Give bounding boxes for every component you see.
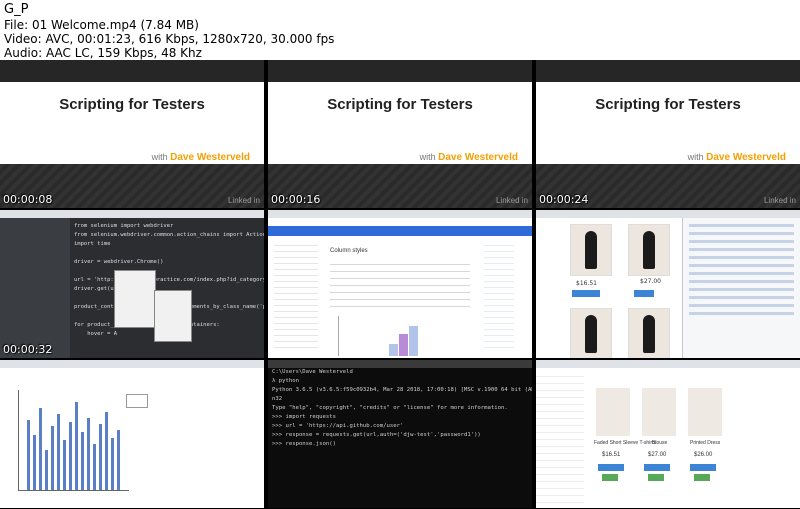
product-image [596,388,630,436]
file-info-header: G_P File: 01 Welcome.mp4 (7.84 MB) Video… [0,0,800,60]
slide-title: Scripting for Testers [327,96,473,113]
slide-title: Scripting for Testers [595,96,741,113]
more-button[interactable] [694,474,710,481]
add-to-cart-button[interactable] [690,464,716,471]
audio-info: Audio: AAC LC, 159 Kbps, 48 Khz [4,46,202,60]
more-button[interactable] [602,474,618,481]
add-to-cart-button[interactable] [644,464,670,471]
bar-plot [18,390,129,491]
linkedin-watermark: Linked in [763,196,796,205]
header-title: G_P [4,2,29,17]
slide-byline: with Dave Westerveld [419,152,518,163]
product-name: Blouse [652,440,668,446]
linkedin-watermark: Linked in [227,196,260,205]
thumbnail-8[interactable]: C:\Users\Dave Westerveld λ python Python… [268,360,532,508]
devtools-panel [682,218,800,358]
page-heading: Column styles [330,248,368,254]
product-image [628,308,670,358]
linkedin-watermark: Linked in [495,196,528,205]
slide-byline: with Dave Westerveld [687,152,786,163]
thumbnail-timestamp: 00:00:24 [539,193,589,206]
add-to-cart-button[interactable] [598,464,624,471]
context-menu [114,270,156,328]
site-nav [268,226,532,236]
product-price: $16.51 [576,280,597,287]
thumbnail-timestamp: 00:00:08 [3,193,53,206]
add-to-cart-button[interactable] [572,290,600,297]
chart-bar [399,334,408,356]
terminal-output: C:\Users\Dave Westerveld λ python Python… [272,369,532,447]
product-price: $27.00 [648,452,667,458]
catalog-filters [536,370,584,508]
slide-title: Scripting for Testers [59,96,205,113]
product-price: $26.00 [694,452,713,458]
more-button[interactable] [648,474,664,481]
product-name: Printed Dress [690,440,721,446]
product-image [688,388,722,436]
product-image [628,224,670,276]
thumbnail-7[interactable] [0,360,264,508]
thumbnail-1[interactable]: Scripting for Testers with Dave Westerve… [0,60,264,208]
slide-byline: with Dave Westerveld [151,152,250,163]
video-info: Video: AVC, 00:01:23, 616 Kbps, 1280x720… [4,32,335,46]
thumbnail-timestamp: 00:00:32 [3,343,53,356]
chart-bar [409,326,418,356]
thumbnail-timestamp: 00:00:16 [271,193,321,206]
product-image [570,224,612,276]
product-name: Faded Short Sleeve T-shirts [594,440,656,446]
add-to-cart-button[interactable] [634,290,654,297]
product-price: $27.00 [640,278,661,285]
thumbnail-6[interactable]: $16.51 $27.00 [536,210,800,358]
thumbnail-3[interactable]: Scripting for Testers with Dave Westerve… [536,60,800,208]
plot-legend [126,394,148,408]
right-sidebar [484,240,514,352]
thumbnail-2[interactable]: Scripting for Testers with Dave Westerve… [268,60,532,208]
chart-bar [389,344,398,356]
column-chart [338,316,479,356]
thumbnail-9[interactable]: Faded Short Sleeve T-shirts Blouse Print… [536,360,800,508]
product-image [642,388,676,436]
thumbnail-4[interactable]: from selenium import webdriver from sele… [0,210,264,358]
product-price: $16.51 [602,452,621,458]
file-info: File: 01 Welcome.mp4 (7.84 MB) [4,18,199,32]
thumbnail-5[interactable]: Column styles [268,210,532,358]
left-sidebar [274,240,318,352]
product-image [570,308,612,358]
context-submenu [154,290,192,342]
